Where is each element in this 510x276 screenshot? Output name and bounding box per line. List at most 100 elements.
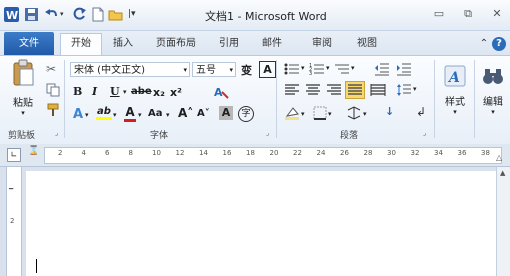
decrease-indent-icon[interactable] (374, 62, 390, 79)
close-button[interactable]: ✕ (484, 5, 510, 23)
bold-button[interactable]: B (73, 85, 82, 98)
tab-file[interactable]: 文件 (4, 32, 54, 55)
editing-button[interactable]: 编辑 ▾ (478, 60, 508, 120)
align-center-icon[interactable] (305, 83, 321, 100)
tab-selector-icon[interactable]: ∟ (7, 148, 21, 162)
save-icon[interactable] (24, 7, 39, 22)
numbering-icon[interactable]: 123 (309, 62, 325, 79)
tab-review[interactable]: 审阅 (305, 34, 339, 54)
font-color-button[interactable]: A (124, 105, 136, 122)
cut-icon[interactable]: ✂ (46, 62, 56, 76)
grow-font-button[interactable]: A˄ (178, 106, 193, 120)
document-page[interactable] (26, 171, 496, 276)
align-right-icon[interactable] (326, 83, 342, 100)
separator (276, 60, 277, 138)
format-painter-icon[interactable] (46, 103, 60, 120)
multilevel-list-icon[interactable] (334, 62, 350, 79)
svg-text:3: 3 (309, 71, 312, 76)
font-size-dropdown-icon[interactable]: ▾ (229, 63, 233, 78)
tab-home[interactable]: 开始 (60, 33, 102, 56)
undo-icon[interactable] (44, 7, 59, 22)
word-logo-icon[interactable]: W (4, 7, 19, 22)
character-shading-button[interactable]: A (219, 106, 233, 120)
copy-icon[interactable] (46, 83, 60, 100)
help-icon[interactable]: ? (492, 37, 506, 51)
font-name-dropdown-icon[interactable]: ▾ (183, 63, 187, 78)
shading-dropdown-icon[interactable]: ▾ (301, 110, 305, 118)
italic-button[interactable]: I (92, 85, 97, 98)
chinese-layout-icon[interactable] (346, 106, 362, 123)
redo-icon[interactable] (72, 7, 87, 22)
restore-button[interactable]: ⧉ (455, 5, 481, 23)
document-area: ━ 2 ▲ (0, 167, 510, 276)
paragraph-group-label: 段落 (340, 131, 359, 141)
editing-label: 编辑 (483, 96, 503, 108)
line-spacing-dropdown-icon[interactable]: ▾ (413, 85, 417, 93)
tab-insert[interactable]: 插入 (106, 34, 140, 54)
new-document-icon[interactable] (90, 7, 105, 22)
subscript-button[interactable]: x₂ (153, 86, 165, 99)
ribbon-collapse-icon[interactable]: ⌃ (478, 34, 490, 54)
font-color-dropdown-icon[interactable]: ▾ (138, 111, 142, 119)
vertical-ruler[interactable]: ━ 2 (6, 167, 22, 276)
paste-dropdown-icon[interactable]: ▾ (21, 109, 25, 117)
borders-dropdown-icon[interactable]: ▾ (328, 110, 332, 118)
align-left-icon[interactable] (284, 83, 300, 100)
minimize-button[interactable]: ▭ (426, 5, 452, 23)
change-case-button[interactable]: Aa (148, 108, 163, 119)
highlight-button[interactable]: ab (96, 106, 112, 120)
editing-dropdown-icon[interactable]: ▾ (491, 108, 495, 116)
paragraph-launcher-icon[interactable]: ⌟ (423, 129, 426, 137)
enclose-characters-button[interactable]: 字 (238, 106, 254, 122)
change-case-dropdown-icon[interactable]: ▾ (166, 111, 170, 119)
underline-button[interactable]: U (110, 85, 120, 98)
font-name-value: 宋体 (中文正文) (74, 65, 145, 76)
numbering-dropdown-icon[interactable]: ▾ (326, 64, 330, 72)
borders-icon[interactable] (313, 106, 327, 123)
styles-button[interactable]: A 样式 ▾ (440, 60, 470, 120)
vertical-scrollbar[interactable]: ▲ (496, 167, 510, 276)
customize-dropdown-icon[interactable]: |▾ (128, 7, 143, 22)
increase-indent-icon[interactable] (396, 62, 412, 79)
styles-dropdown-icon[interactable]: ▾ (453, 108, 457, 116)
ruler-number: 12 (175, 149, 185, 157)
bullets-dropdown-icon[interactable]: ▾ (301, 64, 305, 72)
font-size-combo[interactable]: 五号 ▾ (192, 62, 236, 77)
tab-mailings[interactable]: 邮件 (255, 34, 289, 54)
bullets-icon[interactable] (284, 62, 300, 79)
show-marks-icon[interactable]: ↲ (416, 105, 426, 119)
first-line-indent-marker[interactable]: ⌛ (28, 146, 39, 156)
superscript-button[interactable]: x² (170, 86, 182, 99)
strikethrough-button[interactable]: abe (131, 86, 152, 97)
character-border-button[interactable]: A (259, 61, 276, 78)
paste-button[interactable]: 粘贴 ▾ (8, 59, 38, 117)
sort-button[interactable]: ↓ (385, 105, 394, 118)
clipboard-launcher-icon[interactable]: ⌟ (55, 129, 58, 137)
highlight-dropdown-icon[interactable]: ▾ (113, 111, 117, 119)
horizontal-ruler[interactable]: 2 4 6 8 10 12 14 16 18 20 22 24 26 28 30 32 34 36 38 (44, 147, 502, 164)
highlight-glyph: ab (97, 106, 111, 117)
paste-label: 粘贴 (13, 98, 33, 109)
chinese-layout-dropdown-icon[interactable]: ▾ (363, 110, 367, 118)
tab-view[interactable]: 视图 (350, 34, 384, 54)
clear-formatting-icon[interactable]: A (213, 84, 229, 103)
distributed-icon[interactable] (370, 83, 386, 100)
multilevel-list-dropdown-icon[interactable]: ▾ (351, 64, 355, 72)
underline-dropdown-icon[interactable]: ▾ (123, 88, 127, 96)
font-launcher-icon[interactable]: ⌟ (266, 129, 269, 137)
pinyin-guide-button[interactable]: 变 (241, 62, 252, 78)
open-folder-icon[interactable] (108, 7, 123, 22)
character-shading-glyph: A (221, 106, 231, 119)
text-effect-button[interactable]: A (73, 107, 83, 122)
tab-page-layout[interactable]: 页面布局 (148, 34, 204, 54)
right-indent-marker[interactable]: △ (496, 153, 502, 162)
line-spacing-icon[interactable] (396, 83, 412, 100)
shrink-font-button[interactable]: A˅ (197, 108, 210, 119)
svg-text:W: W (6, 9, 18, 22)
scroll-up-icon[interactable]: ▲ (500, 169, 505, 177)
tab-references[interactable]: 引用 (212, 34, 246, 54)
justify-button[interactable] (345, 81, 365, 99)
font-name-combo[interactable]: 宋体 (中文正文) ▾ (70, 62, 190, 77)
text-effect-dropdown-icon[interactable]: ▾ (85, 111, 89, 119)
shading-icon[interactable] (284, 106, 300, 123)
